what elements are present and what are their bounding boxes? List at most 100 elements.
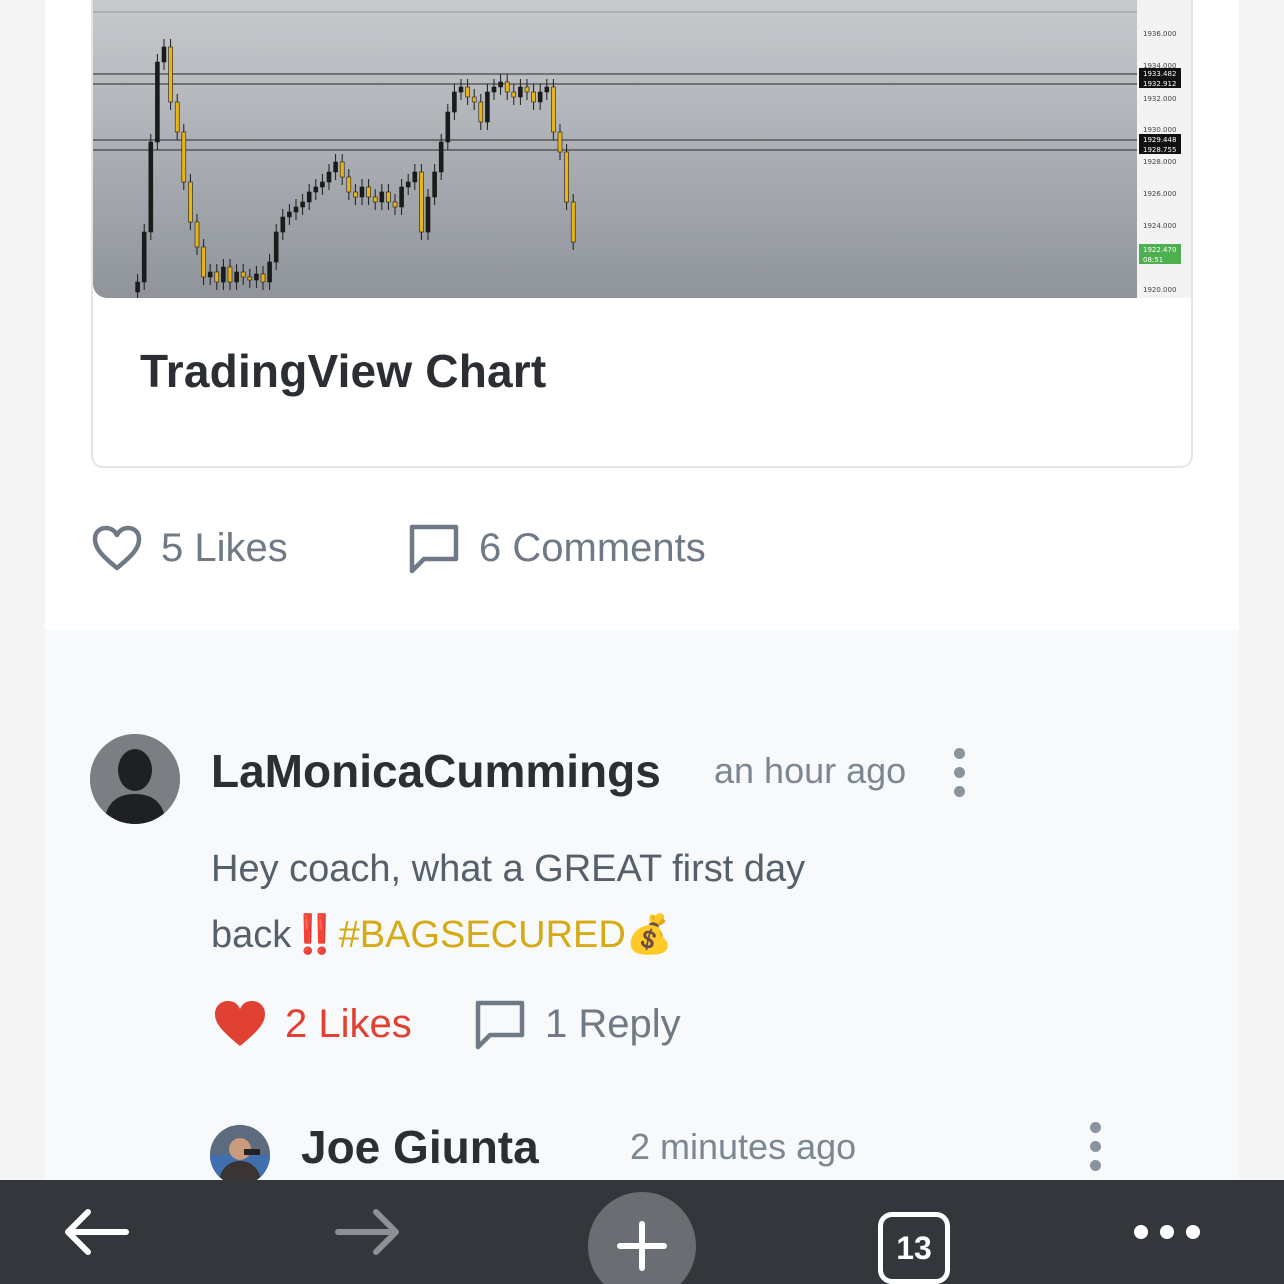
candle-body xyxy=(557,131,563,153)
candle-body xyxy=(491,86,497,93)
candle-body xyxy=(346,176,352,193)
price-axis-label: 1936.000 xyxy=(1143,30,1176,38)
candle-body xyxy=(399,186,404,208)
candle-body xyxy=(227,266,233,283)
hashtag-link[interactable]: #BAGSECURED xyxy=(339,914,626,956)
back-button[interactable] xyxy=(58,1180,132,1284)
candle-body xyxy=(471,96,477,103)
browser-toolbar: 13 xyxy=(0,1180,1284,1284)
candle-body xyxy=(320,181,325,188)
price-axis-label: 1929.448 xyxy=(1143,136,1176,144)
chart-image[interactable]: 1938.0001936.0001934.0001933.4821932.912… xyxy=(93,0,1191,298)
kebab-icon[interactable] xyxy=(1089,1122,1101,1171)
candle-body xyxy=(214,271,220,283)
candle-body xyxy=(260,273,266,283)
post-like-button[interactable]: 5 Likes xyxy=(91,524,407,572)
post-actions: 5 Likes 6 Comments xyxy=(91,518,706,578)
tab-count: 13 xyxy=(896,1229,932,1266)
user-photo-icon xyxy=(210,1125,270,1185)
candle-body xyxy=(537,91,543,103)
comment-author[interactable]: LaMonicaCummings xyxy=(211,744,661,798)
new-tab-button[interactable] xyxy=(588,1192,696,1284)
candle-body xyxy=(419,171,424,233)
candle-body xyxy=(504,81,510,93)
candle-body xyxy=(412,171,418,183)
candle-body xyxy=(221,266,226,283)
reply-author[interactable]: Joe Giunta xyxy=(301,1120,539,1174)
candle-body xyxy=(359,186,365,198)
price-axis-label: 1920.000 xyxy=(1143,286,1176,294)
candle-body xyxy=(392,201,398,208)
more-button[interactable] xyxy=(1130,1180,1204,1284)
price-axis-label: 1924.000 xyxy=(1143,222,1176,230)
candle-body xyxy=(168,46,173,103)
candle-body xyxy=(551,86,556,133)
candle-body xyxy=(194,221,200,248)
candle-body xyxy=(339,161,345,178)
reply-button[interactable]: 1 Reply xyxy=(473,997,681,1051)
candle-body xyxy=(432,171,437,198)
chart-title: TradingView Chart xyxy=(140,345,547,397)
candle-body xyxy=(366,186,371,198)
chart-attachment[interactable]: 1938.0001936.0001934.0001933.4821932.912… xyxy=(91,0,1193,468)
comment-text-line: back‼️#BAGSECURED💰 xyxy=(211,902,911,968)
candle-body xyxy=(498,81,503,88)
candle-body xyxy=(201,246,206,278)
candle-body xyxy=(155,61,160,143)
candle-body xyxy=(306,191,312,203)
post-likes-label: 5 Likes xyxy=(161,525,288,570)
candle-body xyxy=(524,86,530,93)
candle-body xyxy=(372,196,378,203)
candle-body xyxy=(353,191,358,198)
avatar[interactable] xyxy=(210,1125,270,1185)
candle-body xyxy=(313,186,319,193)
comment-actions: 2 Likes 1 Reply xyxy=(213,994,681,1054)
candle-body xyxy=(438,141,444,173)
price-axis-label: 1928.000 xyxy=(1143,158,1176,166)
comment-icon xyxy=(409,524,459,574)
candle-body xyxy=(425,196,431,233)
comment-like-button[interactable]: 2 Likes xyxy=(213,1000,473,1048)
avatar[interactable] xyxy=(90,734,180,824)
chart-background xyxy=(93,0,1191,298)
candle-body xyxy=(386,191,391,203)
comment-likes-label: 2 Likes xyxy=(285,1001,412,1046)
candlestick-chart: 1938.0001936.0001934.0001933.4821932.912… xyxy=(93,0,1191,298)
candle-body xyxy=(544,86,550,93)
candle-body xyxy=(405,181,411,188)
candle-body xyxy=(478,101,484,123)
candle-body xyxy=(452,91,457,113)
candle-body xyxy=(247,276,253,281)
comment-text-fragment: back xyxy=(211,914,292,956)
candle-body xyxy=(458,86,464,93)
candle-body xyxy=(445,111,451,143)
candle-body xyxy=(240,271,246,278)
heart-filled-icon xyxy=(215,1001,265,1046)
comment-text: Hey coach, what a GREAT first day back‼️… xyxy=(211,836,911,968)
kebab-icon[interactable] xyxy=(953,748,965,797)
price-axis-label: 1926.000 xyxy=(1143,190,1176,198)
candle-body xyxy=(254,273,259,281)
double-exclamation-emoji: ‼️ xyxy=(291,914,339,956)
candle-body xyxy=(135,281,140,293)
heart-outline-icon xyxy=(92,525,142,571)
candle-body xyxy=(141,231,147,283)
tabs-button[interactable]: 13 xyxy=(878,1212,950,1284)
reply-count-label: 1 Reply xyxy=(545,1001,681,1046)
back-arrow-icon xyxy=(65,1209,129,1255)
price-axis-label: 1933.482 xyxy=(1143,70,1176,78)
price-axis-label: 08:51 xyxy=(1143,256,1163,264)
candle-body xyxy=(564,151,569,203)
more-icon xyxy=(1134,1225,1200,1239)
candle-body xyxy=(273,231,279,263)
candle-body xyxy=(234,271,239,283)
candle-body xyxy=(333,161,338,173)
reply-timestamp: 2 minutes ago xyxy=(630,1126,857,1167)
post-comments-button[interactable]: 6 Comments xyxy=(407,521,706,575)
forward-arrow-icon xyxy=(335,1209,399,1255)
candle-body xyxy=(181,131,187,183)
candle-body xyxy=(326,171,332,183)
forward-button[interactable] xyxy=(332,1180,406,1284)
candle-body xyxy=(379,191,385,203)
comment-text-line: Hey coach, what a GREAT first day xyxy=(211,848,806,890)
